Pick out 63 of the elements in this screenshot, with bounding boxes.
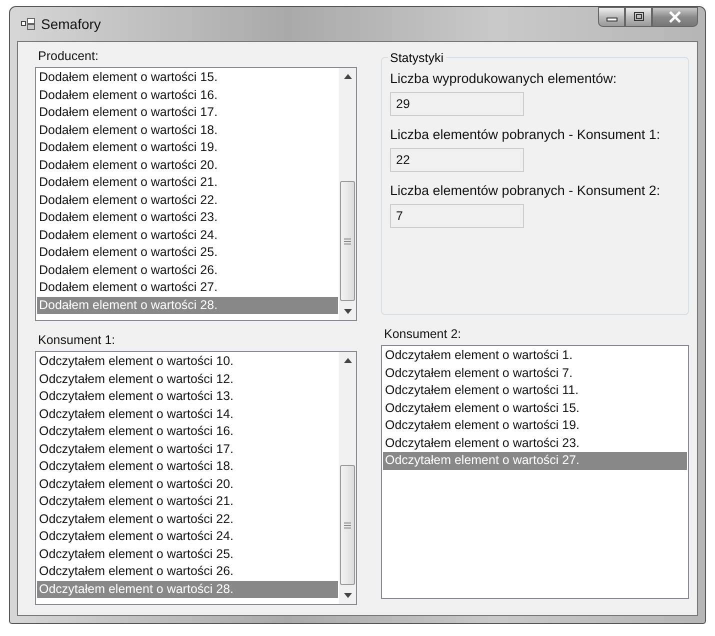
list-label: Konsument 2: <box>384 326 462 342</box>
list-item[interactable]: Odczytałem element o wartości 28. <box>37 580 338 598</box>
scroll-thumb[interactable] <box>340 181 355 301</box>
window-title: Semafory <box>41 16 101 32</box>
list-item[interactable]: Dodałem element o wartości 22. <box>37 192 338 209</box>
list-item[interactable]: Dodałem element o wartości 15. <box>37 69 338 86</box>
read-only-field[interactable]: 29 <box>390 92 524 116</box>
scroll-down-icon[interactable] <box>344 593 352 598</box>
close-icon <box>668 11 682 23</box>
maximize-icon <box>632 12 644 22</box>
list-item[interactable]: Odczytałem element o wartości 18. <box>37 458 338 476</box>
list-box[interactable] <box>35 351 357 605</box>
list-item[interactable]: Dodałem element o wartości 17. <box>37 104 338 122</box>
list-item[interactable]: Dodałem element o wartości 28. <box>37 296 338 314</box>
list-item[interactable]: Odczytałem element o wartości 14. <box>37 406 338 423</box>
list-item[interactable]: Dodałem element o wartości 18. <box>37 122 338 139</box>
list-item[interactable]: Dodałem element o wartości 16. <box>37 86 338 104</box>
list-item[interactable]: Odczytałem element o wartości 15. <box>383 400 687 417</box>
list-item[interactable]: Odczytałem element o wartości 23. <box>383 434 687 452</box>
list-item[interactable]: Dodałem element o wartości 26. <box>37 262 338 279</box>
list-item[interactable]: Odczytałem element o wartości 25. <box>37 546 338 563</box>
scroll-thumb[interactable] <box>340 465 355 585</box>
list-item[interactable]: Odczytałem element o wartości 22. <box>37 510 338 528</box>
list-item[interactable]: Odczytałem element o wartości 21. <box>37 493 338 510</box>
list-item[interactable]: Odczytałem element o wartości 12. <box>37 370 338 388</box>
list-item[interactable]: Dodałem element o wartości 21. <box>37 174 338 192</box>
scroll-down-icon[interactable] <box>344 309 352 314</box>
list-item[interactable]: Odczytałem element o wartości 17. <box>37 440 338 458</box>
list-item[interactable]: Dodałem element o wartości 19. <box>37 139 338 156</box>
read-only-field[interactable]: 7 <box>390 204 524 228</box>
scroll-up-icon[interactable] <box>344 74 352 79</box>
scroll-up-icon[interactable] <box>344 358 352 363</box>
list-box[interactable] <box>35 67 357 321</box>
maximize-button[interactable] <box>625 7 652 27</box>
list-item[interactable]: Odczytałem element o wartości 7. <box>383 364 687 382</box>
list-item[interactable]: Odczytałem element o wartości 27. <box>383 452 687 470</box>
group-title: Statystyki <box>388 50 446 66</box>
list-item[interactable]: Odczytałem element o wartości 24. <box>37 528 338 546</box>
scrollbar[interactable] <box>339 352 356 604</box>
field-label: Liczba elementów pobranych - Konsument 2: <box>390 182 662 199</box>
list-item[interactable]: Odczytałem element o wartości 10. <box>37 353 338 370</box>
list-item[interactable]: Dodałem element o wartości 27. <box>37 279 338 296</box>
list-label: Producent: <box>38 48 100 64</box>
list-item[interactable]: Odczytałem element o wartości 19. <box>383 417 687 434</box>
list-item[interactable]: Odczytałem element o wartości 26. <box>37 563 338 580</box>
scrollbar[interactable] <box>339 68 356 320</box>
field-label: Liczba wyprodukowanych elementów: <box>390 70 618 87</box>
list-item[interactable]: Odczytałem element o wartości 11. <box>383 382 687 400</box>
read-only-field[interactable]: 22 <box>390 148 524 172</box>
list-item[interactable]: Odczytałem element o wartości 20. <box>37 476 338 493</box>
minimize-button[interactable] <box>598 7 625 27</box>
list-item[interactable]: Odczytałem element o wartości 1. <box>383 347 687 364</box>
list-item[interactable]: Dodałem element o wartości 20. <box>37 156 338 174</box>
list-item[interactable]: Dodałem element o wartości 24. <box>37 226 338 244</box>
list-item[interactable]: Dodałem element o wartości 23. <box>37 209 338 226</box>
app-icon <box>21 18 35 30</box>
list-item[interactable]: Odczytałem element o wartości 16. <box>37 423 338 440</box>
list-label: Konsument 1: <box>38 332 116 348</box>
list-item[interactable]: Dodałem element o wartości 25. <box>37 244 338 262</box>
field-label: Liczba elementów pobranych - Konsument 1: <box>390 126 662 143</box>
list-item[interactable]: Odczytałem element o wartości 13. <box>37 388 338 406</box>
list-box[interactable] <box>381 345 689 599</box>
close-button[interactable] <box>652 7 698 27</box>
